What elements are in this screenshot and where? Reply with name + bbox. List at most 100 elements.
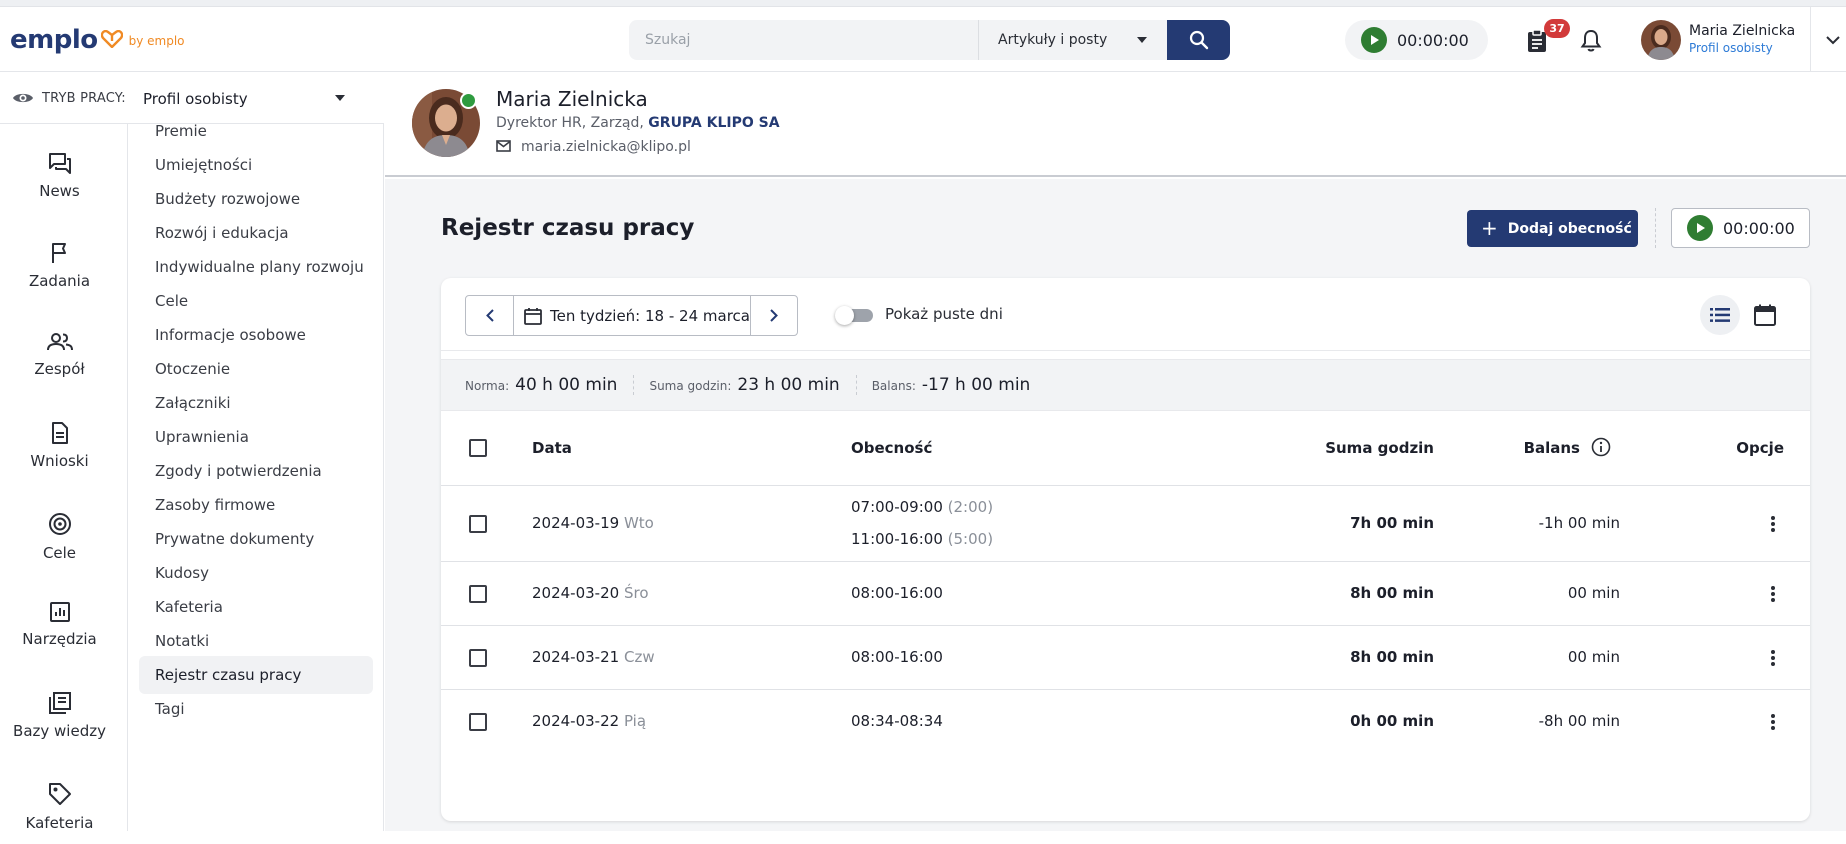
nav-cele[interactable]: Cele	[0, 484, 119, 574]
submenu-item[interactable]: Notatki	[139, 622, 373, 660]
submenu-item[interactable]: Kafeteria	[139, 588, 373, 626]
header-timer[interactable]: 00:00:00	[1345, 20, 1488, 60]
submenu-item[interactable]: Rejestr czasu pracy	[139, 656, 373, 694]
row-checkbox[interactable]	[469, 649, 487, 667]
timesheet-toolbar: Ten tydzień: 18 - 24 marca Pokaż puste d…	[441, 278, 1810, 351]
submenu-item[interactable]: Otoczenie	[139, 350, 373, 388]
show-empty-days-toggle[interactable]	[835, 306, 873, 325]
profile-name: Maria Zielnicka	[496, 87, 648, 111]
norma-value: 40 h 00 min	[515, 375, 618, 395]
column-balance: Balans	[1523, 439, 1580, 457]
user-profile-link[interactable]: Profil osobisty	[1689, 41, 1773, 55]
nav-label: Narzędzia	[22, 630, 97, 648]
total-value: 23 h 00 min	[737, 375, 840, 395]
flag-icon	[51, 243, 66, 263]
add-presence-label: Dodaj obecność	[1507, 220, 1632, 237]
nav-label: Kafeteria	[25, 814, 94, 832]
search-input[interactable]	[629, 20, 978, 60]
row-options-button[interactable]	[1761, 646, 1785, 670]
date-value: 2024-03-21	[532, 648, 620, 666]
nav-zadania[interactable]: Zadania	[0, 214, 119, 304]
week-picker[interactable]: Ten tydzień: 18 - 24 marca	[514, 307, 750, 325]
main-content: Rejestr czasu pracy + Dodaj obecność 00:…	[385, 179, 1846, 831]
page-timer-button[interactable]: 00:00:00	[1671, 208, 1810, 248]
more-vertical-icon	[1771, 516, 1775, 532]
profile-company[interactable]: GRUPA KLIPO SA	[648, 115, 779, 131]
search-icon	[1189, 30, 1208, 50]
profile-email[interactable]: maria.zielnicka@klipo.pl	[521, 139, 691, 155]
submenu-item[interactable]: Informacje osobowe	[139, 316, 373, 354]
chevron-down-icon[interactable]	[1826, 36, 1840, 45]
norma-label: Norma:	[465, 379, 510, 393]
table-header: Data Obecność Suma godzin Balans Opcje	[441, 411, 1810, 486]
page-timer-value: 00:00:00	[1723, 218, 1795, 238]
submenu-item[interactable]: Prywatne dokumenty	[139, 520, 373, 558]
hours-summary: Norma: 40 h 00 min Suma godzin: 23 h 00 …	[441, 359, 1810, 411]
calendar-view-button[interactable]	[1745, 295, 1785, 335]
user-avatar[interactable]	[1641, 20, 1681, 60]
divider	[1655, 208, 1656, 248]
summary-norma: Norma: 40 h 00 min	[441, 375, 633, 395]
date-value: 2024-03-20	[532, 584, 620, 602]
table-row[interactable]: 2024-03-20 Śro 08:00-16:00 8h 00 min 00 min	[441, 562, 1810, 626]
bell-icon[interactable]	[1580, 29, 1602, 53]
chevron-right-icon	[770, 309, 778, 322]
table-row[interactable]: 2024-03-21 Czw 08:00-16:00 8h 00 min 00 min	[441, 626, 1810, 690]
search-scope-select[interactable]: Artykuły i posty	[978, 20, 1167, 60]
nav-narzedzia[interactable]: Narzędzia	[0, 574, 119, 664]
nav-zespol[interactable]: Zespół	[0, 304, 119, 394]
search-bar: Artykuły i posty	[629, 20, 1230, 60]
row-options-button[interactable]	[1761, 582, 1785, 606]
row-options-button[interactable]	[1761, 512, 1785, 536]
submenu-item[interactable]: Kudosy	[139, 554, 373, 592]
work-mode-bar: TRYB PRACY: Profil osobisty	[0, 73, 384, 124]
submenu-item[interactable]: Zasoby firmowe	[139, 486, 373, 524]
row-checkbox[interactable]	[469, 585, 487, 603]
summary-total: Suma godzin: 23 h 00 min	[633, 375, 855, 395]
submenu-item[interactable]: Załączniki	[139, 384, 373, 422]
show-empty-days-label: Pokaż puste dni	[885, 305, 1003, 323]
submenu-item[interactable]: Budżety rozwojowe	[139, 180, 373, 218]
table-row[interactable]: 2024-03-22 Pią 08:34-08:34 0h 00 min -8h 00…	[441, 690, 1810, 754]
submenu-item[interactable]: Tagi	[139, 690, 373, 728]
submenu-item[interactable]: Zgody i potwierdzenia	[139, 452, 373, 490]
team-icon	[46, 333, 73, 351]
row-checkbox[interactable]	[469, 713, 487, 731]
submenu-item[interactable]: Uprawnienia	[139, 418, 373, 456]
row-total: 8h 00 min	[1350, 584, 1434, 602]
more-vertical-icon	[1771, 586, 1775, 602]
presence-range: 07:00-09:00	[851, 498, 943, 516]
select-all-checkbox[interactable]	[469, 439, 487, 457]
week-label: Ten tydzień: 18 - 24 marca	[550, 306, 750, 325]
row-total: 0h 00 min	[1350, 712, 1434, 730]
target-icon	[48, 513, 71, 535]
top-bar: emplo by emplo Artykuły i posty 00:00:00…	[0, 7, 1846, 72]
search-button[interactable]	[1167, 20, 1230, 60]
row-balance: 00 min	[1567, 584, 1620, 602]
next-week-button[interactable]	[750, 296, 797, 335]
emplo-logo[interactable]: emplo by emplo	[10, 25, 185, 55]
column-date[interactable]: Data	[532, 439, 572, 457]
list-view-button[interactable]	[1700, 295, 1740, 335]
logo-by-text: by emplo	[128, 34, 185, 48]
date-value: 2024-03-22	[532, 712, 620, 730]
nav-bazy-wiedzy[interactable]: Bazy wiedzy	[0, 664, 119, 754]
presence-duration: (2:00)	[947, 498, 994, 516]
row-presence: 08:00-16:00	[851, 648, 943, 680]
row-options-button[interactable]	[1761, 710, 1785, 734]
nav-wnioski[interactable]: Wnioski	[0, 394, 119, 484]
document-icon	[51, 422, 68, 444]
row-checkbox[interactable]	[469, 515, 487, 533]
info-icon[interactable]	[1591, 437, 1611, 457]
nav-news[interactable]: News	[0, 124, 119, 214]
submenu-item[interactable]: Rozwój i edukacja	[139, 214, 373, 252]
submenu-item[interactable]: Indywidualne plany rozwoju	[139, 248, 373, 286]
table-row[interactable]: 2024-03-19 Wto 07:00-09:00 (2:00) 11:00-16…	[441, 486, 1810, 562]
profile-submenu: Premie Umiejętności Budżety rozwojowe Rozwó…	[128, 124, 384, 831]
add-presence-button[interactable]: + Dodaj obecność	[1467, 210, 1638, 247]
submenu-item[interactable]: Cele	[139, 282, 373, 320]
submenu-item[interactable]: Umiejętności	[139, 146, 373, 184]
browser-strip	[0, 0, 1846, 7]
prev-week-button[interactable]	[466, 296, 514, 335]
work-mode-select[interactable]: Profil osobisty	[143, 73, 353, 124]
